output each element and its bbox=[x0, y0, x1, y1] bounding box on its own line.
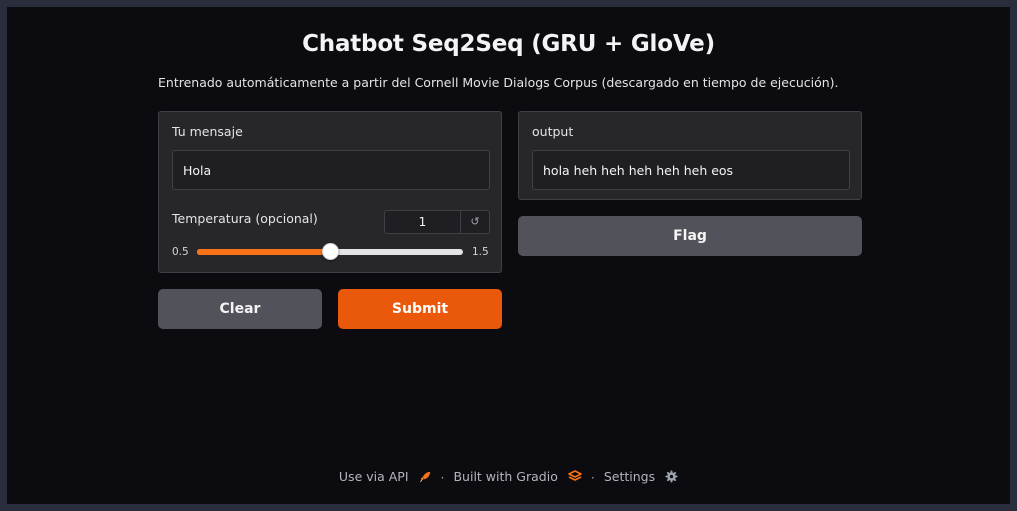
submit-button[interactable]: Submit bbox=[338, 289, 502, 329]
message-label: Tu mensaje bbox=[172, 124, 243, 139]
built-with-gradio-link[interactable]: Built with Gradio bbox=[453, 469, 582, 486]
page-description: Entrenado automáticamente a partir del C… bbox=[158, 75, 839, 90]
temperature-slider[interactable] bbox=[197, 243, 463, 260]
temperature-max-label: 1.5 bbox=[472, 246, 489, 258]
rocket-icon bbox=[419, 470, 432, 486]
settings-link[interactable]: Settings bbox=[604, 469, 678, 486]
output-panel: output hola heh heh heh heh heh eos bbox=[518, 111, 862, 200]
page-title: Chatbot Seq2Seq (GRU + GloVe) bbox=[302, 31, 715, 57]
built-with-gradio-label: Built with Gradio bbox=[453, 469, 558, 484]
footer: Use via API · Built with Gradio · Settin… bbox=[7, 469, 1010, 486]
input-panel: Tu mensaje Hola Temperatura (opcional) 1… bbox=[158, 111, 502, 273]
app-container: Chatbot Seq2Seq (GRU + GloVe) Entrenado … bbox=[7, 7, 1010, 504]
flag-button[interactable]: Flag bbox=[518, 216, 862, 256]
temperature-slider-thumb[interactable] bbox=[322, 243, 339, 260]
message-input[interactable]: Hola bbox=[172, 150, 490, 190]
footer-separator: · bbox=[590, 469, 595, 485]
use-via-api-link[interactable]: Use via API bbox=[339, 469, 432, 486]
use-via-api-label: Use via API bbox=[338, 469, 409, 484]
clear-button[interactable]: Clear bbox=[158, 289, 322, 329]
footer-separator: · bbox=[440, 469, 445, 485]
reset-icon[interactable]: ↺ bbox=[461, 211, 489, 233]
temperature-slider-fill bbox=[197, 249, 330, 255]
temperature-min-label: 0.5 bbox=[172, 246, 189, 258]
output-textbox[interactable]: hola heh heh heh heh heh eos bbox=[532, 150, 850, 190]
temperature-label: Temperatura (opcional) bbox=[172, 211, 318, 226]
temperature-number-input: 1 ↺ bbox=[384, 210, 490, 234]
gradio-logo-icon bbox=[568, 469, 582, 486]
gear-icon bbox=[665, 469, 678, 486]
output-label: output bbox=[532, 124, 574, 139]
temperature-value[interactable]: 1 bbox=[385, 211, 461, 233]
settings-label: Settings bbox=[603, 469, 656, 484]
